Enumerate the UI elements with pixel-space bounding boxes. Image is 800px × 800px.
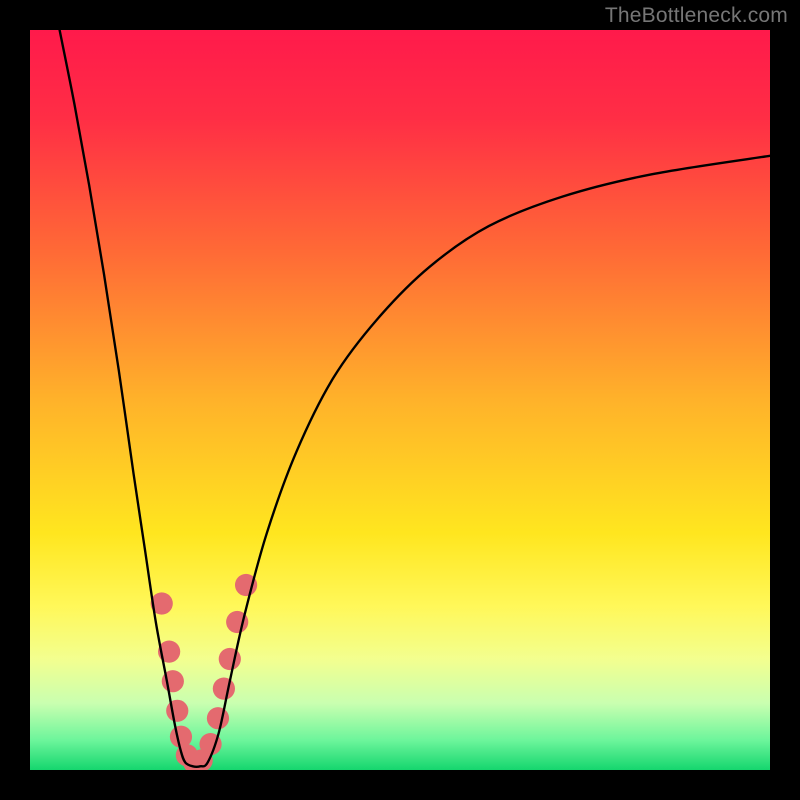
watermark-text: TheBottleneck.com	[605, 4, 788, 28]
outer-frame: TheBottleneck.com	[0, 0, 800, 800]
marker-dot	[213, 678, 235, 700]
marker-dot	[219, 648, 241, 670]
marker-group	[151, 574, 258, 770]
marker-dot	[166, 700, 188, 722]
marker-dot	[207, 707, 229, 729]
curve-layer	[30, 30, 770, 770]
plot-area	[30, 30, 770, 770]
